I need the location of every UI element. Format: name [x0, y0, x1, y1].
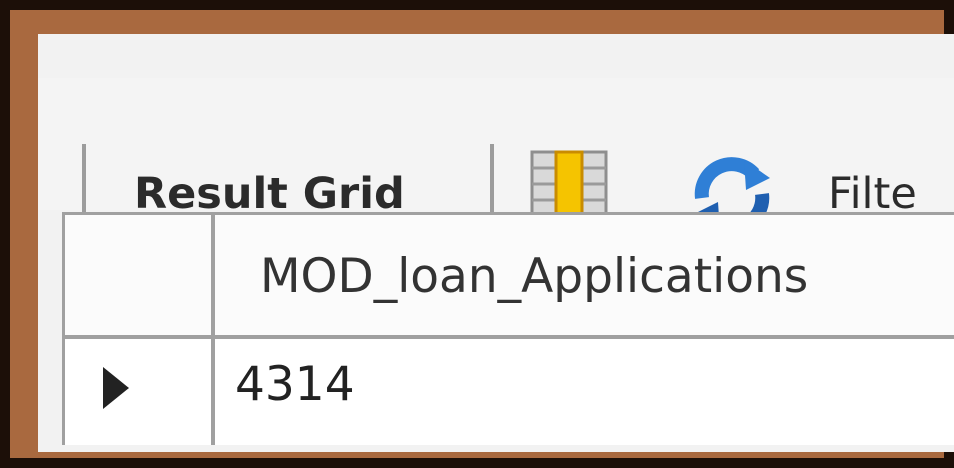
grid-cell[interactable]: 4314 — [235, 347, 355, 423]
current-row-arrow-icon — [103, 367, 129, 409]
result-grid: MOD_loan_Applications 4314 — [62, 212, 954, 445]
row-header-column — [65, 215, 215, 445]
result-panel: Result Grid Filte MOD_loan_Applications … — [38, 34, 954, 452]
column-header[interactable]: MOD_loan_Applications — [260, 239, 808, 315]
result-toolbar: Result Grid Filte — [38, 78, 954, 235]
